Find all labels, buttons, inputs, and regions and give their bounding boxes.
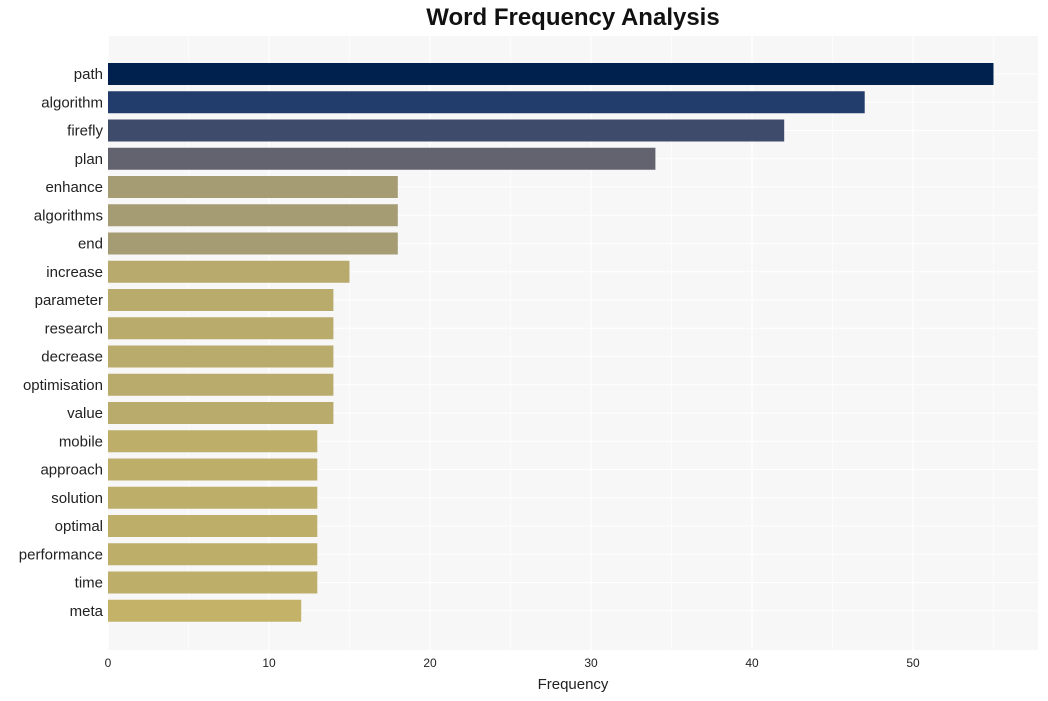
bar-chart: path algorithm firefly plan enhance algorithm… [19, 36, 1038, 693]
x-tick-label: 0 [105, 656, 112, 670]
bar-decrease [108, 345, 334, 368]
category-label-path: path [74, 66, 103, 83]
category-label-value: value [67, 405, 103, 422]
category-label-decrease: decrease [41, 349, 103, 366]
bar-solution [108, 486, 318, 509]
x-tick-label: 20 [423, 656, 437, 670]
bar-algorithm [108, 91, 865, 114]
x-tick-label: 50 [906, 656, 920, 670]
category-label-enhance: enhance [45, 179, 103, 196]
bar-path [108, 63, 994, 85]
category-label-optimal: optimal [55, 518, 103, 535]
category-label-approach: approach [40, 462, 103, 479]
category-label-algorithm: algorithm [41, 94, 103, 111]
bar-increase [108, 260, 350, 283]
category-label-meta: meta [70, 603, 104, 620]
bar-plan [108, 147, 656, 170]
category-label-algorithms: algorithms [34, 207, 103, 224]
bar-optimal [108, 515, 318, 537]
category-labels: path algorithm firefly plan enhance algorithm… [19, 66, 104, 620]
category-label-performance: performance [19, 546, 103, 563]
category-label-time: time [75, 575, 103, 592]
category-label-plan: plan [75, 151, 103, 168]
bar-enhance [108, 176, 398, 198]
x-tick-label: 10 [262, 656, 276, 670]
category-label-end: end [78, 236, 103, 253]
category-label-research: research [45, 320, 103, 337]
category-label-mobile: mobile [59, 433, 103, 450]
bar-optimisation [108, 373, 334, 396]
category-label-increase: increase [46, 264, 103, 281]
bar-algorithms [108, 204, 398, 227]
bar-research [108, 317, 334, 340]
category-label-parameter: parameter [35, 292, 103, 309]
x-tick-label: 40 [745, 656, 759, 670]
x-tick-labels: 0 10 20 30 40 50 [105, 656, 920, 670]
bar-value [108, 402, 334, 424]
bar-parameter [108, 289, 334, 311]
bar-meta [108, 599, 302, 622]
bar-approach [108, 458, 318, 481]
bar-end [108, 232, 398, 255]
category-label-optimisation: optimisation [23, 377, 103, 394]
bar-firefly [108, 119, 785, 142]
category-label-solution: solution [51, 490, 103, 507]
x-tick-label: 30 [584, 656, 598, 670]
bar-time [108, 571, 318, 594]
bar-performance [108, 543, 318, 566]
category-label-firefly: firefly [67, 123, 103, 140]
x-axis-title: Frequency [538, 676, 609, 693]
bar-mobile [108, 430, 318, 453]
